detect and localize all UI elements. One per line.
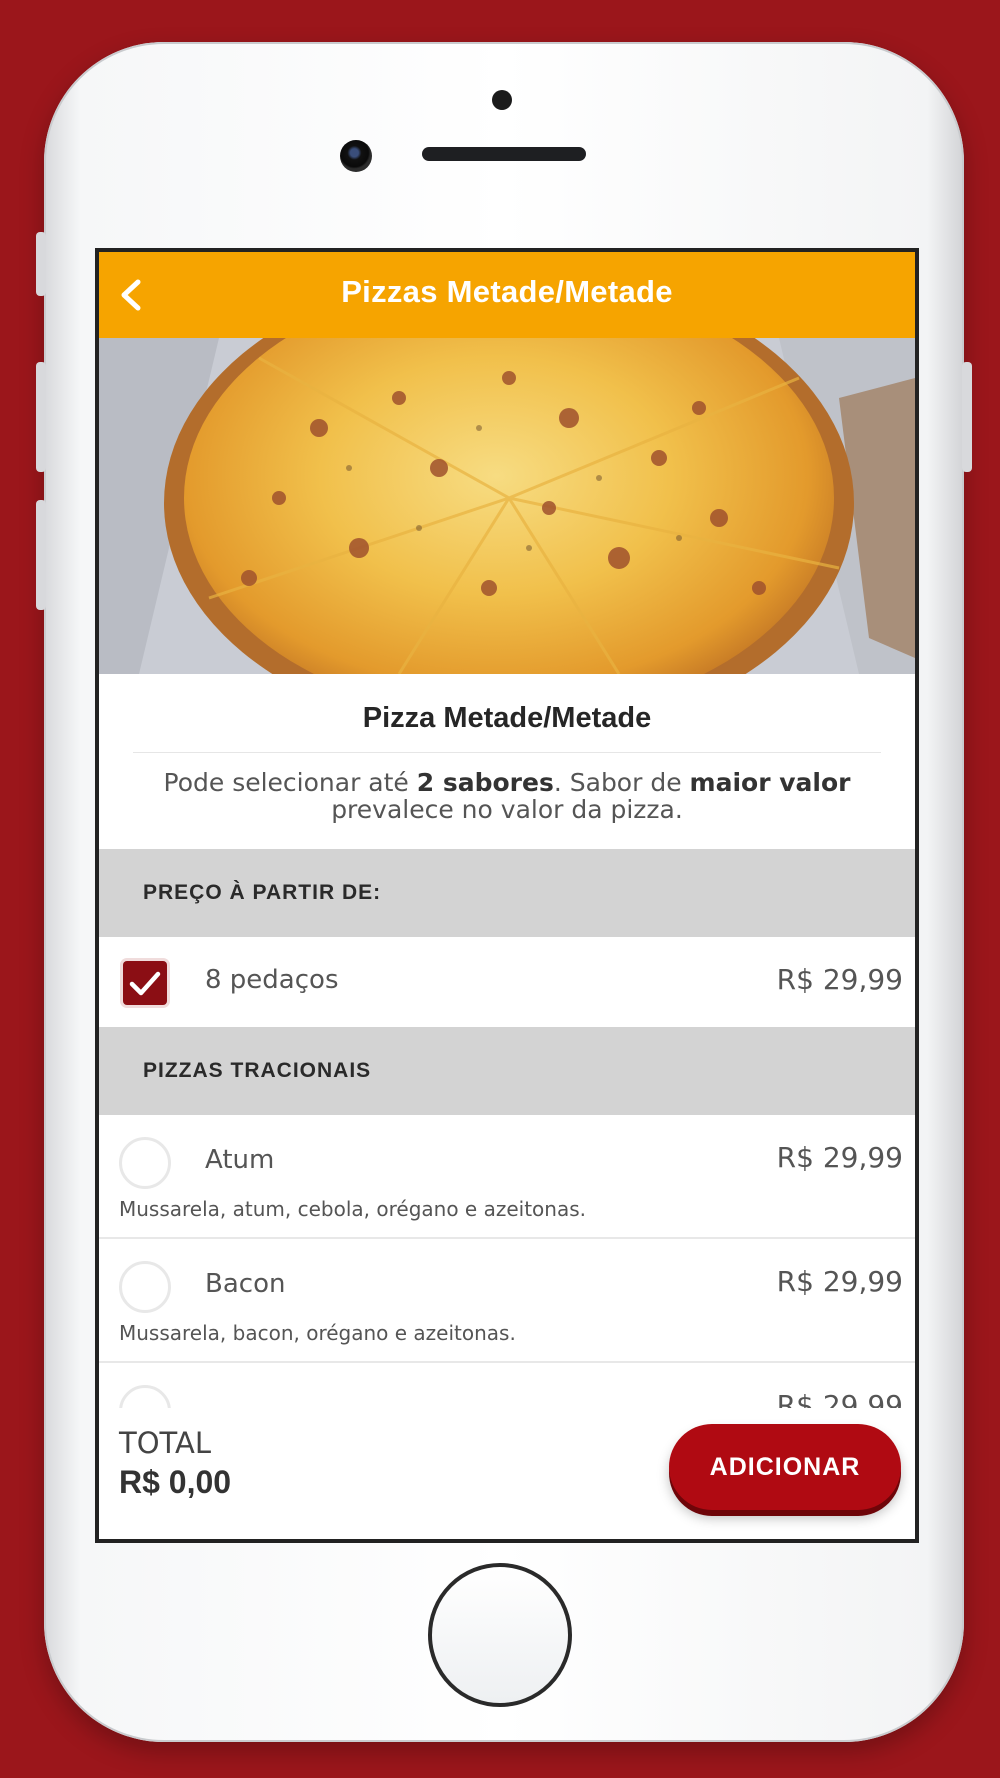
flavor-description: Mussarela, atum, cebola, orégano e azeit… [119, 1197, 586, 1221]
product-title: Pizza Metade/Metade [362, 702, 652, 734]
flavor-description: Mussarela, bacon, orégano e azeitonas. [119, 1321, 516, 1345]
product-description: Pode selecionar até 2 sabores. Sabor de … [139, 769, 875, 825]
pizza-photo [99, 338, 915, 674]
pizza-image [99, 338, 915, 674]
flavor-radio[interactable] [119, 1261, 171, 1313]
page-title: Pizzas Metade/Metade [341, 274, 673, 309]
divider [133, 752, 881, 753]
flavor-name: Atum [205, 1145, 275, 1175]
footer-bar: TOTAL R$ 0,00 ADICIONAR [99, 1408, 915, 1539]
power-button [962, 362, 972, 472]
size-checkbox[interactable] [123, 961, 167, 1005]
volume-up-button [36, 362, 46, 472]
flavor-price: R$ 29,99 [776, 1141, 903, 1174]
desc-text: prevalece no valor da pizza. [331, 795, 683, 824]
app-screen: Pizzas Metade/Metade Pizza Metade/Metade… [95, 248, 919, 1543]
add-button[interactable]: ADICIONAR [669, 1424, 901, 1510]
desc-bold: 2 sabores [416, 768, 554, 797]
total-value: R$ 0,00 [119, 1464, 232, 1500]
home-button[interactable] [428, 1563, 572, 1707]
size-option-label: 8 pedaços [205, 965, 339, 995]
flavor-item[interactable]: Atum R$ 29,99 Mussarela, atum, cebola, o… [99, 1115, 915, 1239]
flavor-radio[interactable] [119, 1137, 171, 1189]
desc-text: Pode selecionar até [163, 768, 417, 797]
size-option-row[interactable]: 8 pedaços R$ 29,99 [99, 937, 915, 1027]
desc-bold: maior valor [689, 768, 851, 797]
volume-down-button [36, 500, 46, 610]
desc-text: . Sabor de [553, 768, 690, 797]
total-label: TOTAL [119, 1426, 211, 1460]
mute-switch [36, 232, 46, 296]
section-price-header: PREÇO À PARTIR DE: [99, 849, 915, 937]
app-header: Pizzas Metade/Metade [99, 252, 915, 338]
flavor-item[interactable]: Bacon R$ 29,99 Mussarela, bacon, orégano… [99, 1239, 915, 1363]
sensor-dot [492, 90, 512, 110]
earpiece-speaker [422, 147, 586, 161]
flavor-price: R$ 29,99 [776, 1389, 903, 1408]
size-option-price: R$ 29,99 [776, 963, 903, 996]
product-content: Pizza Metade/Metade Pode selecionar até … [99, 674, 915, 1408]
check-icon [129, 971, 161, 996]
flavor-item[interactable]: R$ 29,99 [99, 1363, 915, 1408]
flavor-price: R$ 29,99 [776, 1265, 903, 1298]
flavor-radio[interactable] [119, 1385, 171, 1408]
front-camera [340, 140, 372, 172]
section-flavors-header: PIZZAS TRACIONAIS [99, 1027, 915, 1115]
flavor-name: Bacon [205, 1269, 286, 1299]
